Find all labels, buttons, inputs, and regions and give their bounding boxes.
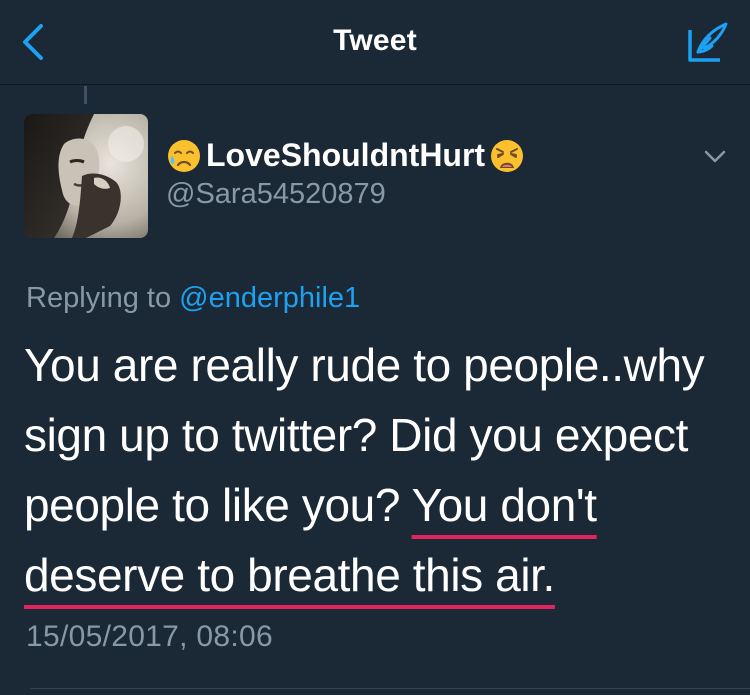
author-handle[interactable]: @Sara54520879	[166, 178, 386, 211]
profile-photo	[24, 114, 148, 238]
reply-mention-link[interactable]: @enderphile1	[179, 282, 360, 314]
compose-quill-icon	[688, 22, 728, 62]
author-display-name: LoveShouldntHurt	[206, 137, 486, 173]
avatar[interactable]	[24, 114, 148, 238]
tweet-text: You are really rude to people..why sign …	[24, 330, 734, 610]
author-name-row[interactable]: LoveShouldntHurt	[166, 137, 525, 174]
weary-face-emoji	[491, 139, 524, 172]
tweet-options-button[interactable]	[700, 142, 730, 172]
tweet-timestamp: 15/05/2017, 08:06	[26, 620, 273, 653]
sad-relieved-face-emoji	[168, 139, 200, 172]
replying-to-label: Replying to	[26, 282, 180, 314]
thread-connector-line	[84, 86, 87, 104]
compose-button[interactable]	[684, 18, 732, 66]
divider	[30, 688, 750, 689]
tweet-text-body: You are really rude to people..why sign …	[24, 339, 705, 531]
page-title: Tweet	[333, 24, 417, 57]
replying-to-line: Replying to @enderphile1	[26, 282, 360, 315]
chevron-down-icon	[704, 150, 726, 163]
navigation-bar: Tweet	[0, 0, 750, 85]
